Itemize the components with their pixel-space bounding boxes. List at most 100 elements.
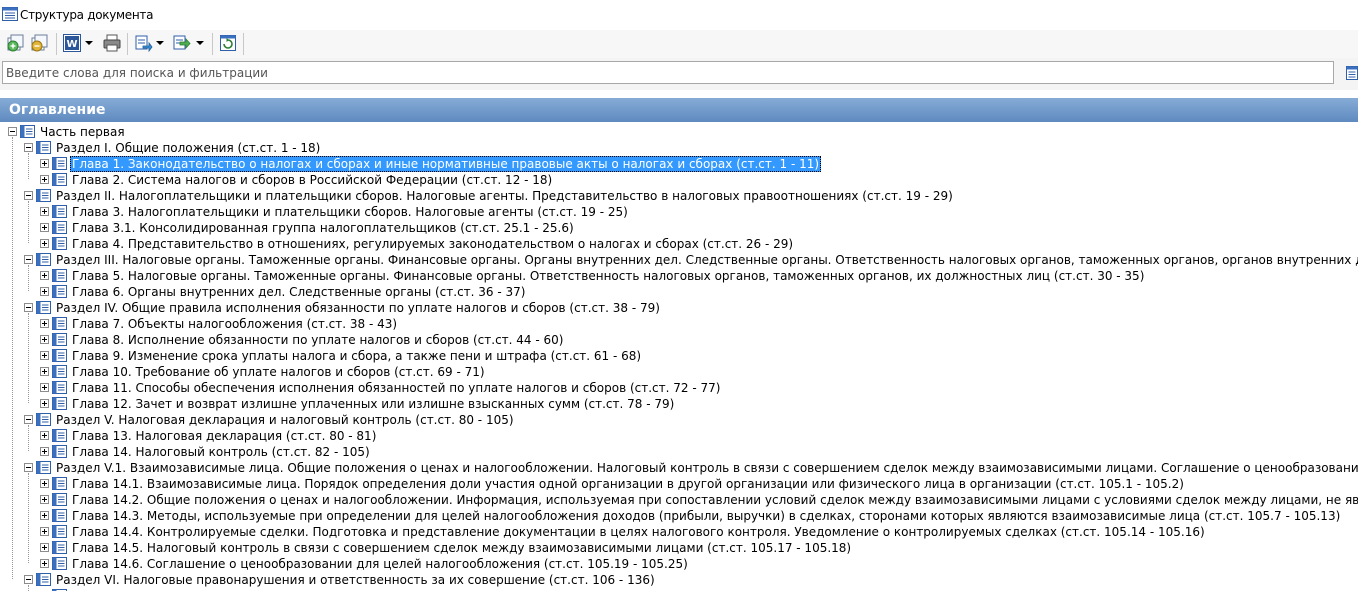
copy-to-icon[interactable] [133,33,153,53]
tree-item-label[interactable]: Глава 8. Исполнение обязанности по уплат… [70,332,565,348]
tree-item[interactable]: Глава 5. Налоговые органы. Таможенные ор… [0,268,1358,284]
tree-item[interactable]: Глава 8. Исполнение обязанности по уплат… [0,332,1358,348]
expand-node-icon[interactable] [40,543,49,552]
tree-item-label[interactable]: Часть первая [38,124,127,140]
collapse-node-icon[interactable] [24,191,33,200]
expand-node-icon[interactable] [40,367,49,376]
tree-item-label[interactable]: Глава 3. Налогоплательщики и плательщики… [70,204,630,220]
tree-item-label[interactable]: Глава 10. Требование об уплате налогов и… [70,364,487,380]
tree-item-label[interactable]: Глава 2. Система налогов и сборов в Росс… [70,172,554,188]
expand-node-icon[interactable] [40,351,49,360]
expand-node-icon[interactable] [40,319,49,328]
expand-node-icon[interactable] [40,239,49,248]
expand-node-icon[interactable] [40,383,49,392]
copy-to-dropdown-icon[interactable] [156,41,164,45]
tree-item[interactable]: Глава 9. Изменение срока уплаты налога и… [0,348,1358,364]
expand-node-icon[interactable] [40,431,49,440]
expand-node-icon[interactable] [40,287,49,296]
tree-item-label[interactable]: Раздел II. Налогоплательщики и плательщи… [54,188,955,204]
tree-item[interactable]: Раздел IV. Общие правила исполнения обяз… [0,300,1358,316]
tree-item[interactable]: Глава 14.3. Методы, используемые при опр… [0,508,1358,524]
tree-item-label[interactable]: Глава 6. Органы внутренних дел. Следстве… [70,284,527,300]
tree-item[interactable]: Глава 14. Налоговый контроль (ст.ст. 82 … [0,444,1358,460]
expand-node-icon[interactable] [40,335,49,344]
tree-item-label[interactable]: Раздел VI. Налоговые правонарушения и от… [54,572,657,588]
tree-item-label[interactable]: Глава 14.5. Налоговый контроль в связи с… [70,540,853,556]
tree-item-label[interactable]: Раздел IV. Общие правила исполнения обяз… [54,300,662,316]
tree-item[interactable]: Глава 11. Способы обеспечения исполнения… [0,380,1358,396]
tree-item-label[interactable]: Глава 3.1. Консолидированная группа нало… [70,220,576,236]
tree-item[interactable]: Глава 3. Налогоплательщики и плательщики… [0,204,1358,220]
tree-item[interactable]: Глава 7. Объекты налогообложения (ст.ст.… [0,316,1358,332]
export-dropdown-icon[interactable] [196,41,204,45]
tree-item[interactable]: Раздел III. Налоговые органы. Таможенные… [0,252,1358,268]
tree-item-label[interactable]: Глава 14.3. Методы, используемые при опр… [70,508,1342,524]
tree-item-label[interactable]: Глава 12. Зачет и возврат излишне уплаче… [70,396,676,412]
tree-item-label[interactable]: Раздел V.1. Взаимозависимые лица. Общие … [54,460,1358,476]
collapse-node-icon[interactable] [24,303,33,312]
expand-all-icon[interactable] [6,33,26,53]
tree-item[interactable]: Глава 14.4. Контролируемые сделки. Подго… [0,524,1358,540]
tree-item[interactable]: Раздел V. Налоговая декларация и налогов… [0,412,1358,428]
document-node-icon [52,477,67,490]
collapse-all-icon[interactable] [30,33,50,53]
tree-item-label[interactable]: Глава 5. Налоговые органы. Таможенные ор… [70,268,1146,284]
tree-item-label[interactable]: Глава 14.2. Общие положения о ценах и на… [70,492,1358,508]
collapse-node-icon[interactable] [24,255,33,264]
tree-item-label[interactable]: Глава 7. Объекты налогообложения (ст.ст.… [70,316,399,332]
tree-item-label[interactable]: Глава 4. Представительство в отношениях,… [70,236,795,252]
export-icon[interactable] [172,33,192,53]
tree-item-label[interactable]: Глава 14. Налоговый контроль (ст.ст. 82 … [70,444,372,460]
tree-item[interactable]: Глава 14.1. Взаимозависимые лица. Порядо… [0,476,1358,492]
expand-node-icon[interactable] [40,447,49,456]
tree-item[interactable]: Глава 13. Налоговая декларация (ст.ст. 8… [0,428,1358,444]
collapse-node-icon[interactable] [24,415,33,424]
tree-item[interactable]: Часть первая [0,124,1358,140]
expand-node-icon[interactable] [40,159,49,168]
collapse-node-icon[interactable] [24,463,33,472]
tree-item[interactable]: Глава 14.2. Общие положения о ценах и на… [0,492,1358,508]
tree-item-label[interactable]: Раздел III. Налоговые органы. Таможенные… [54,252,1358,268]
word-export-dropdown-icon[interactable] [85,41,93,45]
tree-item[interactable]: Глава 2. Система налогов и сборов в Росс… [0,172,1358,188]
tree-item[interactable]: Глава 4. Представительство в отношениях,… [0,236,1358,252]
tree-item-label[interactable]: Раздел V. Налоговая декларация и налогов… [54,412,516,428]
tree-item-label[interactable]: Глава 14.4. Контролируемые сделки. Подго… [70,524,1207,540]
expand-node-icon[interactable] [40,495,49,504]
tree-item[interactable]: Раздел VI. Налоговые правонарушения и от… [0,572,1358,588]
tree-item-label[interactable]: Глава 13. Налоговая декларация (ст.ст. 8… [70,428,378,444]
tree-item[interactable]: Раздел II. Налогоплательщики и плательщи… [0,188,1358,204]
collapse-node-icon[interactable] [24,575,33,584]
tree-item-label[interactable]: Раздел I. Общие положения (ст.ст. 1 - 18… [54,140,322,156]
expand-node-icon[interactable] [40,271,49,280]
tree-item[interactable]: Глава 6. Органы внутренних дел. Следстве… [0,284,1358,300]
expand-node-icon[interactable] [40,527,49,536]
tree-item[interactable]: Глава 14.6. Соглашение о ценообразовании… [0,556,1358,572]
word-export-icon[interactable]: W [62,33,82,53]
expand-node-icon[interactable] [40,479,49,488]
tree-item-label[interactable]: Глава 11. Способы обеспечения исполнения… [70,380,722,396]
tree-item[interactable]: Глава 3.1. Консолидированная группа нало… [0,220,1358,236]
expand-node-icon[interactable] [40,223,49,232]
tree-item[interactable]: Глава 14.5. Налоговый контроль в связи с… [0,540,1358,556]
collapse-node-icon[interactable] [8,127,17,136]
refresh-icon[interactable] [218,33,238,53]
tree-item-label[interactable]: Глава 14.1. Взаимозависимые лица. Порядо… [70,476,1186,492]
expand-node-icon[interactable] [40,399,49,408]
search-input[interactable] [2,61,1334,84]
collapse-node-icon[interactable] [24,143,33,152]
print-icon[interactable] [102,33,122,53]
expand-node-icon[interactable] [40,559,49,568]
tree-item[interactable]: Раздел V.1. Взаимозависимые лица. Общие … [0,460,1358,476]
expand-node-icon[interactable] [40,207,49,216]
tree-item-label[interactable]: Глава 14.6. Соглашение о ценообразовании… [70,556,690,572]
tree-item[interactable]: Глава 12. Зачет и возврат излишне уплаче… [0,396,1358,412]
tree-item[interactable]: Глава 1. Законодательство о налогах и сб… [0,156,1358,172]
tree-item[interactable]: Раздел I. Общие положения (ст.ст. 1 - 18… [0,140,1358,156]
tree-item-label[interactable]: Глава 9. Изменение срока уплаты налога и… [70,348,643,364]
expand-node-icon[interactable] [40,511,49,520]
expand-node-icon[interactable] [40,175,49,184]
tree-item-label[interactable]: Глава 1. Законодательство о налогах и сб… [70,156,822,172]
filter-options-icon[interactable] [1346,66,1358,80]
tree-item[interactable]: Глава 10. Требование об уплате налогов и… [0,364,1358,380]
